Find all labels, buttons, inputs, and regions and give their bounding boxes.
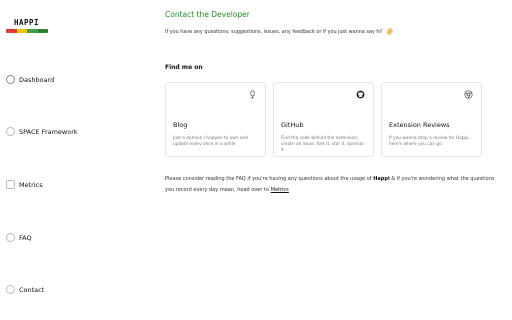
sidebar-item-label: FAQ bbox=[19, 233, 32, 242]
card-title: Blog bbox=[173, 121, 188, 129]
sidebar: HAPPI Dashboard SPACE Framework Metrics … bbox=[0, 0, 150, 320]
sidebar-item-label: SPACE Framework bbox=[19, 127, 78, 136]
page-title: Contact the Developer bbox=[165, 10, 250, 19]
logo-color-bar bbox=[6, 29, 48, 33]
logo-text: HAPPI bbox=[14, 18, 40, 27]
card-title: Extension Reviews bbox=[389, 121, 450, 129]
framework-icon bbox=[6, 127, 15, 136]
metrics-link[interactable]: Metrics bbox=[271, 187, 289, 193]
main-content: Contact the Developer If you have any qu… bbox=[165, 0, 512, 320]
card-title: GitHub bbox=[281, 121, 304, 129]
footer-text-part1: Please consider reading the FAQ if you'r… bbox=[165, 176, 372, 182]
sidebar-item-space-framework[interactable]: SPACE Framework bbox=[6, 127, 78, 136]
sidebar-item-faq[interactable]: FAQ bbox=[6, 233, 32, 242]
sidebar-item-label: Dashboard bbox=[19, 75, 55, 84]
card-github[interactable]: GitHub Find the code behind the extensio… bbox=[273, 82, 374, 157]
card-description: If you wanna drop a review for Happi, he… bbox=[389, 136, 470, 148]
card-extension-reviews[interactable]: Extension Reviews If you wanna drop a re… bbox=[381, 82, 482, 157]
github-icon bbox=[356, 90, 365, 99]
footer-text: Please consider reading the FAQ if you'r… bbox=[165, 174, 500, 195]
sidebar-item-label: Contact bbox=[19, 285, 45, 294]
contact-icon bbox=[6, 285, 15, 294]
microphone-icon bbox=[250, 90, 255, 99]
waving-hand-icon bbox=[387, 28, 394, 35]
card-description: Just a domain I happen to own and update… bbox=[173, 136, 248, 148]
section-heading: Find me on bbox=[165, 64, 203, 71]
chrome-icon bbox=[464, 90, 473, 99]
dashboard-icon bbox=[6, 75, 15, 84]
card-description: Find the code behind the extension, crea… bbox=[281, 136, 365, 154]
sidebar-item-metrics[interactable]: Metrics bbox=[6, 180, 43, 189]
intro-text: If you have any questions, suggestions, … bbox=[165, 27, 394, 36]
card-blog[interactable]: Blog Just a domain I happen to own and u… bbox=[165, 82, 266, 157]
sidebar-item-dashboard[interactable]: Dashboard bbox=[6, 75, 54, 84]
sidebar-item-label: Metrics bbox=[19, 180, 43, 189]
app-logo[interactable]: HAPPI bbox=[6, 18, 48, 33]
brand-name: Happi bbox=[373, 176, 390, 182]
contact-cards: Blog Just a domain I happen to own and u… bbox=[165, 82, 482, 157]
faq-icon bbox=[6, 233, 15, 242]
metrics-icon bbox=[6, 180, 15, 189]
sidebar-item-contact[interactable]: Contact bbox=[6, 285, 44, 294]
intro-text-content: If you have any questions, suggestions, … bbox=[165, 29, 383, 35]
